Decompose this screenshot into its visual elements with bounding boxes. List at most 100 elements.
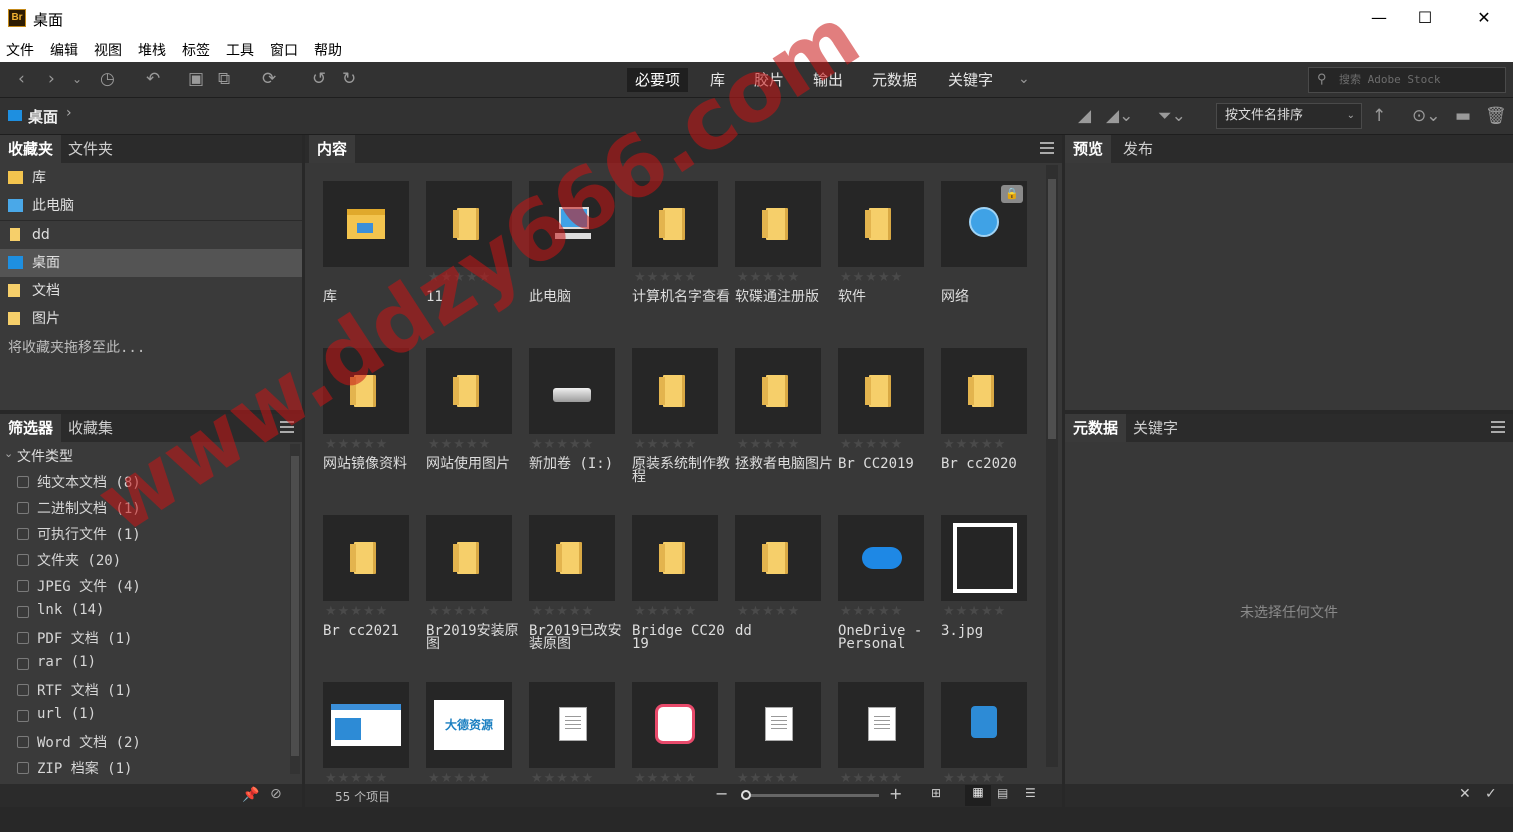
filter-checkbox[interactable]	[17, 658, 29, 670]
content-item[interactable]: ★★★★★ Bridge CC2019	[632, 515, 732, 665]
content-item[interactable]: ★★★★★	[735, 682, 835, 832]
tab-filter[interactable]: 筛选器	[0, 414, 62, 442]
filter-checkbox[interactable]	[17, 554, 29, 566]
clear-filter-icon[interactable]: ⊘	[270, 786, 282, 802]
rating-stars[interactable]: ★★★★★	[325, 437, 388, 452]
rating-stars[interactable]: ★★★★★	[634, 437, 697, 452]
content-item[interactable]: ★★★★★ 网站使用图片	[426, 348, 526, 498]
item-thumbnail[interactable]	[838, 348, 924, 434]
thumbnail-view-icon[interactable]: ▦	[965, 785, 991, 806]
thumbnail-size-slider[interactable]	[741, 790, 879, 800]
sort-ascending-icon[interactable]: ↑	[1372, 106, 1386, 126]
content-scrollbar[interactable]	[1046, 165, 1058, 767]
item-thumbnail[interactable]	[838, 181, 924, 267]
filter-checkbox[interactable]	[17, 736, 29, 748]
workspace-essentials[interactable]: 必要项	[627, 68, 689, 92]
apply-icon[interactable]: ✓	[1485, 786, 1497, 802]
filter-item[interactable]: 可执行文件 (1)	[37, 524, 141, 544]
filter-icon[interactable]: ⏷⌄	[1158, 106, 1186, 126]
filter-item[interactable]: rar (1)	[37, 654, 96, 670]
content-item[interactable]: ★★★★★ 3.jpg	[941, 515, 1041, 665]
new-folder-icon[interactable]: ▬	[1455, 106, 1471, 126]
rating-stars[interactable]: ★★★★★	[737, 604, 800, 619]
rating-stars[interactable]: ★★★★★	[840, 604, 903, 619]
content-item[interactable]: ★★★★★	[632, 682, 732, 832]
item-thumbnail[interactable]	[323, 181, 409, 267]
filter-checkbox[interactable]	[17, 580, 29, 592]
filter-checkbox[interactable]	[17, 632, 29, 644]
filter-item[interactable]: url (1)	[37, 706, 96, 722]
chevron-down-icon[interactable]: ⌄	[72, 69, 82, 89]
tab-collections[interactable]: 收藏集	[60, 414, 121, 442]
content-item[interactable]: 此电脑	[529, 181, 629, 331]
close-button[interactable]: ✕	[1461, 0, 1507, 36]
workspace-more-icon[interactable]: ⌄	[1018, 69, 1030, 89]
rating-stars[interactable]: ★★★★★	[531, 437, 594, 452]
menu-stack[interactable]: 堆栈	[138, 40, 166, 60]
content-item[interactable]: ★★★★★ 新加卷 (I:)	[529, 348, 629, 498]
recent-icon[interactable]: ◷	[100, 69, 115, 89]
rating-stars[interactable]: ★★★★★	[634, 270, 697, 285]
pin-icon[interactable]: 📌	[242, 787, 259, 803]
favorite-pictures[interactable]: 图片	[0, 305, 302, 333]
quality-options-icon[interactable]: ◢⌄	[1106, 106, 1133, 126]
item-thumbnail[interactable]	[323, 515, 409, 601]
favorite-documents[interactable]: 文档	[0, 277, 302, 305]
rating-stars[interactable]: ★★★★★	[737, 437, 800, 452]
content-item[interactable]: 库	[323, 181, 423, 331]
favorite-dd[interactable]: dd	[0, 221, 302, 249]
content-item[interactable]: ★★★★★	[838, 682, 938, 832]
rating-stars[interactable]: ★★★★★	[840, 270, 903, 285]
item-thumbnail[interactable]	[632, 682, 718, 768]
slider-handle[interactable]	[741, 790, 751, 800]
open-recent-folder-icon[interactable]: ⊙⌄	[1412, 106, 1441, 126]
menu-edit[interactable]: 编辑	[50, 40, 78, 60]
filter-checkbox[interactable]	[17, 684, 29, 696]
filter-item[interactable]: lnk (14)	[37, 602, 104, 618]
content-item[interactable]: ★★★★★ 11	[426, 181, 526, 331]
rating-stars[interactable]: ★★★★★	[531, 604, 594, 619]
workspace-output[interactable]: 输出	[805, 68, 851, 92]
forward-icon[interactable]: ›	[48, 69, 55, 89]
favorite-library[interactable]: 库	[0, 164, 302, 192]
rating-stars[interactable]: ★★★★★	[943, 604, 1006, 619]
zoom-out-icon[interactable]: −	[715, 784, 728, 803]
content-item[interactable]: ★★★★★ Br CC2019	[838, 348, 938, 498]
item-thumbnail[interactable]	[323, 682, 409, 768]
rating-stars[interactable]: ★★★★★	[428, 437, 491, 452]
content-item[interactable]: ★★★★★ Br cc2020	[941, 348, 1041, 498]
filter-checkbox[interactable]	[17, 528, 29, 540]
item-thumbnail[interactable]	[323, 348, 409, 434]
filter-item[interactable]: RTF 文档 (1)	[37, 680, 132, 700]
item-thumbnail[interactable]	[426, 348, 512, 434]
item-thumbnail[interactable]	[529, 515, 615, 601]
filter-item[interactable]: JPEG 文件 (4)	[37, 576, 141, 596]
content-item[interactable]: ★★★★★ 原装系统制作教程	[632, 348, 732, 498]
tab-metadata[interactable]: 元数据	[1065, 414, 1127, 442]
item-thumbnail[interactable]	[632, 515, 718, 601]
content-item[interactable]: ★★★★★	[529, 682, 629, 832]
item-thumbnail[interactable]	[838, 515, 924, 601]
content-item[interactable]: ★★★★★ 网站镜像资料	[323, 348, 423, 498]
content-item[interactable]: ★★★★★ 软碟通注册版	[735, 181, 835, 331]
panel-menu-icon[interactable]	[1491, 421, 1505, 433]
filter-checkbox[interactable]	[17, 476, 29, 488]
workspace-libraries[interactable]: 库	[702, 68, 733, 92]
item-thumbnail[interactable]: 🔒	[941, 181, 1027, 267]
rating-stars[interactable]: ★★★★★	[737, 270, 800, 285]
workspace-keywords[interactable]: 关键字	[940, 68, 1001, 92]
sort-select[interactable]: 按文件名排序 ⌄	[1216, 103, 1362, 129]
tab-keywords[interactable]: 关键字	[1125, 414, 1186, 442]
filter-checkbox[interactable]	[17, 762, 29, 774]
content-item[interactable]: ★★★★★ OneDrive - Personal	[838, 515, 938, 665]
filter-item[interactable]: Word 文档 (2)	[37, 732, 141, 752]
item-thumbnail[interactable]	[632, 348, 718, 434]
item-thumbnail[interactable]	[735, 515, 821, 601]
quality-icon[interactable]: ◢	[1078, 106, 1091, 126]
item-thumbnail[interactable]	[838, 682, 924, 768]
menu-label[interactable]: 标签	[182, 40, 210, 60]
breadcrumb-current[interactable]: 桌面	[28, 106, 58, 127]
content-item[interactable]: ★★★★★ Br2019安装原图	[426, 515, 526, 665]
tab-publish[interactable]: 发布	[1115, 135, 1161, 163]
item-thumbnail[interactable]	[941, 682, 1027, 768]
